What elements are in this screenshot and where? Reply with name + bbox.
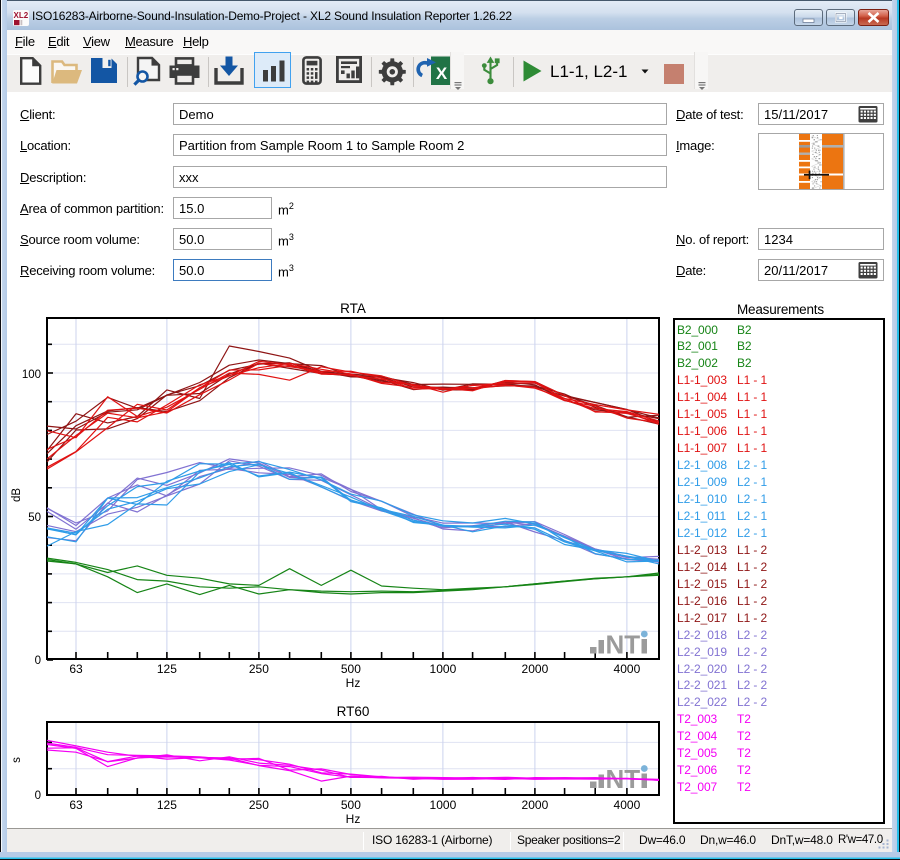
svg-text:1000: 1000	[430, 662, 457, 676]
svg-text:125: 125	[157, 662, 177, 676]
svg-text:Hz: Hz	[346, 676, 361, 690]
svg-text:0: 0	[35, 790, 41, 802]
svg-text:0: 0	[35, 655, 41, 667]
svg-text:63: 63	[69, 798, 83, 812]
svg-text:63: 63	[69, 662, 83, 676]
svg-text:125: 125	[157, 798, 177, 812]
svg-text:s: s	[11, 757, 23, 763]
svg-text:dB: dB	[11, 488, 23, 502]
svg-text:1000: 1000	[430, 798, 457, 812]
svg-text:X: X	[436, 64, 448, 83]
svg-text:NT: NT	[606, 630, 641, 660]
svg-text:500: 500	[341, 798, 361, 812]
svg-text:250: 250	[249, 662, 269, 676]
svg-text:2000: 2000	[522, 662, 549, 676]
svg-text:50: 50	[28, 512, 41, 524]
svg-text:250: 250	[249, 798, 269, 812]
svg-text:4000: 4000	[614, 662, 641, 676]
svg-text:XL2: XL2	[14, 11, 29, 20]
svg-text:Hz: Hz	[346, 812, 361, 826]
svg-text:2000: 2000	[522, 798, 549, 812]
svg-text:RTA: RTA	[340, 301, 366, 316]
svg-text:500: 500	[341, 662, 361, 676]
svg-text:100: 100	[22, 369, 41, 381]
svg-text:4000: 4000	[614, 798, 641, 812]
svg-text:RT60: RT60	[337, 704, 370, 719]
